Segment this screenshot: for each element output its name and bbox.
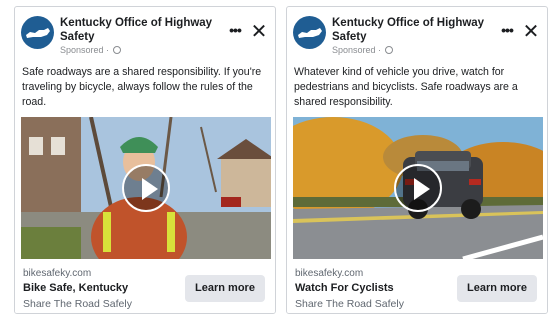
video-thumbnail-car[interactable] (293, 117, 543, 259)
video-thumbnail-cyclist[interactable] (21, 117, 271, 259)
kentucky-logo-avatar[interactable] (21, 16, 54, 49)
ad-card-watch-for-cyclists: Kentucky Office of Highway Safety Sponso… (286, 6, 548, 314)
globe-icon (112, 46, 121, 54)
play-button[interactable] (394, 164, 442, 212)
link-description: Share The Road Safely (23, 298, 132, 310)
link-domain: bikesafeky.com (295, 268, 364, 279)
close-button[interactable]: ✕ (521, 22, 541, 43)
link-description: Share The Road Safely (295, 298, 404, 310)
kentucky-logo-avatar[interactable] (293, 16, 326, 49)
globe-icon (384, 46, 393, 54)
play-button[interactable] (122, 164, 170, 212)
kentucky-map-icon (26, 28, 50, 38)
link-domain: bikesafeky.com (23, 268, 92, 279)
kentucky-map-icon (298, 28, 322, 38)
play-icon (142, 178, 158, 200)
ad-header: Kentucky Office of Highway Safety Sponso… (287, 7, 547, 63)
sponsored-label: Sponsored · (60, 45, 121, 56)
ad-body-text: Safe roadways are a shared responsibilit… (22, 66, 262, 108)
ad-header: Kentucky Office of Highway Safety Sponso… (15, 7, 275, 63)
ad-footer[interactable]: bikesafeky.com Watch For Cyclists Share … (287, 261, 547, 313)
play-icon (414, 178, 430, 200)
page-name[interactable]: Kentucky Office of Highway Safety (332, 16, 502, 44)
link-headline: Bike Safe, Kentucky (23, 282, 129, 294)
close-button[interactable]: ✕ (249, 22, 269, 43)
ad-body-text: Whatever kind of vehicle you drive, watc… (294, 66, 518, 108)
ad-footer[interactable]: bikesafeky.com Bike Safe, Kentucky Share… (15, 261, 275, 313)
learn-more-button[interactable]: Learn more (457, 275, 537, 302)
sponsored-label: Sponsored · (332, 45, 393, 56)
more-options-button[interactable]: ••• (225, 23, 245, 40)
ad-card-bike-safe: Kentucky Office of Highway Safety Sponso… (14, 6, 276, 314)
more-options-button[interactable]: ••• (497, 23, 517, 40)
learn-more-button[interactable]: Learn more (185, 275, 265, 302)
link-headline: Watch For Cyclists (295, 282, 394, 294)
page-name[interactable]: Kentucky Office of Highway Safety (60, 16, 230, 44)
